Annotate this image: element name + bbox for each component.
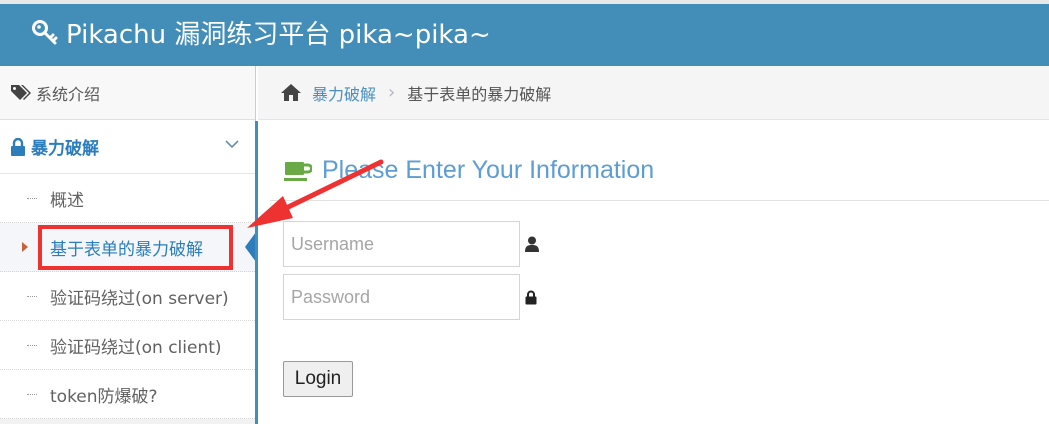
key-icon bbox=[32, 19, 58, 44]
sidebar-item-intro[interactable]: 系统介绍 bbox=[0, 66, 255, 120]
sidebar-item-captcha-server[interactable]: 验证码绕过(on server) bbox=[0, 272, 255, 321]
sidebar-item-overview[interactable]: 概述 bbox=[0, 174, 255, 223]
sidebar-item-label: 验证码绕过(on server) bbox=[50, 288, 229, 309]
sidebar-item-label: 概述 bbox=[50, 190, 84, 211]
breadcrumb-link[interactable]: 暴力破解 bbox=[312, 81, 376, 105]
chevron-down-icon bbox=[225, 140, 239, 149]
sidebar-item-label: 系统介绍 bbox=[36, 84, 101, 104]
tags-icon bbox=[11, 84, 31, 100]
active-caret-icon bbox=[22, 242, 28, 252]
login-button[interactable]: Login bbox=[283, 361, 353, 397]
tree-dash bbox=[27, 198, 37, 199]
breadcrumb-current: 基于表单的暴力破解 bbox=[407, 84, 552, 104]
sidebar-item-token[interactable]: token防爆破? bbox=[0, 370, 255, 419]
form-heading: Please Enter Your Information bbox=[284, 156, 654, 185]
tree-dash bbox=[27, 345, 37, 346]
breadcrumb-separator: › bbox=[388, 82, 396, 103]
lock-icon bbox=[11, 137, 25, 156]
sidebar-item-captcha-client[interactable]: 验证码绕过(on client) bbox=[0, 321, 255, 370]
sidebar-item-form-bruteforce[interactable]: 基于表单的暴力破解 bbox=[0, 223, 256, 272]
coffee-cup-icon bbox=[284, 161, 312, 181]
tree-dash bbox=[27, 394, 37, 395]
brand[interactable]: Pikachu 漏洞练习平台 pika~pika~ bbox=[32, 14, 491, 51]
top-navbar: Pikachu 漏洞练习平台 pika~pika~ bbox=[0, 0, 1049, 66]
form-heading-text: Please Enter Your Information bbox=[322, 156, 655, 184]
sidebar-item-label: 基于表单的暴力破解 bbox=[50, 239, 203, 260]
sidebar-active-border bbox=[255, 121, 258, 424]
sidebar-item-label: 验证码绕过(on client) bbox=[50, 337, 222, 358]
sidebar-category-label: 暴力破解 bbox=[31, 139, 99, 159]
sidebar: 系统介绍 暴力破解 概述 基于表单的暴力破解 验证码绕过(on server) … bbox=[0, 66, 256, 424]
tree-dash bbox=[27, 296, 37, 297]
home-icon[interactable] bbox=[280, 83, 302, 102]
brand-title: Pikachu 漏洞练习平台 pika~pika~ bbox=[66, 20, 491, 50]
lock-icon bbox=[525, 290, 537, 305]
password-input[interactable] bbox=[283, 274, 520, 320]
user-icon bbox=[525, 236, 539, 252]
sidebar-category-bruteforce[interactable]: 暴力破解 bbox=[0, 120, 255, 174]
username-input[interactable] bbox=[283, 221, 520, 267]
breadcrumb: 暴力破解 › 基于表单的暴力破解 bbox=[258, 66, 1049, 120]
sidebar-item-label: token防爆破? bbox=[50, 386, 158, 407]
divider bbox=[270, 200, 1049, 201]
